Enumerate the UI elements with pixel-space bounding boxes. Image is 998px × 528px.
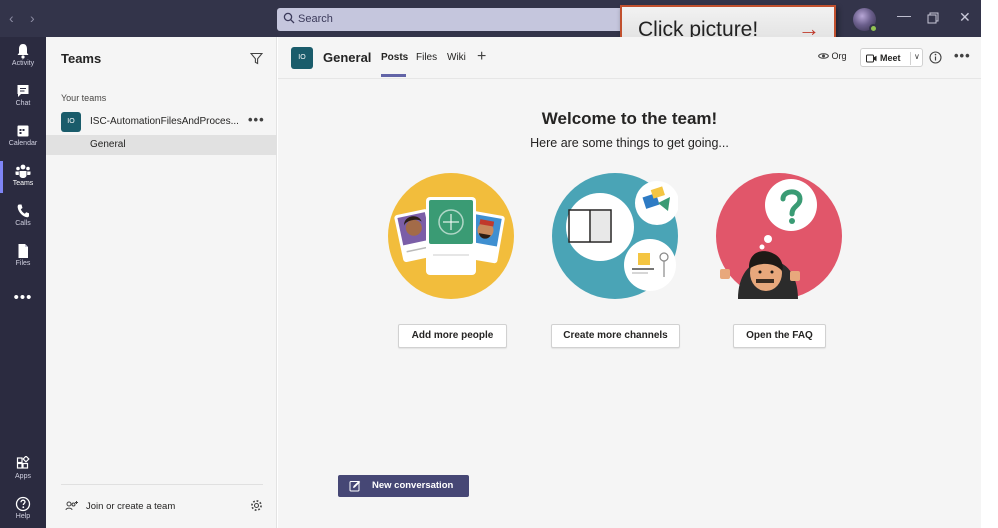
rail-item-files[interactable]: Files — [0, 237, 46, 277]
tab-wiki[interactable]: Wiki — [447, 52, 466, 63]
people-cards-illustration[interactable] — [388, 173, 514, 299]
video-camera-icon — [866, 54, 877, 63]
chevron-left-icon[interactable]: ‹ — [9, 11, 14, 25]
more-apps-icon[interactable]: ••• — [0, 289, 46, 306]
help-icon — [15, 496, 31, 512]
new-conversation-button[interactable]: New conversation — [338, 475, 469, 497]
add-more-people-button[interactable]: Add more people — [398, 324, 507, 348]
rail-label: Chat — [15, 100, 31, 107]
add-tab-button[interactable]: + — [477, 48, 486, 66]
rail-label: Activity — [11, 60, 35, 67]
channel-header: IO General Posts Files Wiki + Org Meet ∨ — [278, 37, 981, 79]
gear-icon[interactable] — [250, 499, 263, 512]
section-label: Your teams — [61, 93, 107, 103]
tab-posts[interactable]: Posts — [381, 52, 408, 63]
org-button[interactable]: Org — [817, 51, 847, 61]
rail-label: Files — [15, 260, 31, 267]
info-icon[interactable] — [929, 51, 942, 64]
file-icon — [18, 244, 28, 258]
channel-title: General — [323, 50, 372, 65]
minimize-icon[interactable]: — — [897, 7, 911, 23]
rail-item-calls[interactable]: Calls — [0, 197, 46, 237]
channel-name: General — [90, 139, 126, 150]
bell-icon — [17, 44, 29, 59]
join-or-create-team[interactable]: Join or create a team — [46, 492, 277, 520]
channel-item-general[interactable]: General — [46, 135, 277, 155]
team-avatar: IO — [61, 112, 81, 132]
rail-label: Apps — [15, 473, 31, 480]
chevron-down-icon[interactable]: ∨ — [910, 52, 920, 65]
more-options-icon[interactable]: ••• — [248, 112, 265, 127]
chevron-right-icon[interactable]: › — [30, 11, 35, 25]
team-name: ISC-AutomationFilesAndProces... — [90, 116, 239, 127]
meet-label: Meet — [880, 53, 901, 63]
window-margin — [981, 0, 998, 528]
rail-item-teams[interactable]: Teams — [0, 157, 46, 197]
rail-item-chat[interactable]: Chat — [0, 77, 46, 117]
filter-icon[interactable] — [250, 52, 263, 65]
rail-label: Teams — [12, 180, 34, 187]
calendar-icon — [17, 125, 29, 137]
rail-item-calendar[interactable]: Calendar — [0, 117, 46, 157]
search-icon — [283, 12, 295, 24]
rail-label: Help — [15, 513, 31, 520]
tab-files[interactable]: Files — [416, 52, 437, 63]
search-input[interactable]: Search — [277, 8, 637, 31]
compose-icon — [349, 480, 361, 492]
welcome-subtitle: Here are some things to get going... — [530, 136, 729, 150]
user-avatar[interactable] — [853, 8, 878, 33]
rail-label: Calls — [15, 220, 31, 227]
divider — [61, 484, 263, 485]
rail-item-help[interactable]: Help — [0, 490, 46, 528]
phone-icon — [17, 204, 29, 218]
app-rail: Activity Chat Calendar Teams Calls Files… — [0, 37, 46, 528]
teams-list-pane: Teams Your teams IO ISC-AutomationFilesA… — [46, 37, 277, 528]
teams-icon — [15, 164, 31, 178]
join-label: Join or create a team — [86, 501, 176, 512]
channel-main: IO General Posts Files Wiki + Org Meet ∨ — [278, 37, 981, 528]
search-placeholder: Search — [298, 13, 333, 25]
more-options-icon[interactable]: ••• — [954, 48, 971, 63]
join-team-icon — [65, 501, 78, 511]
welcome-title: Welcome to the team! — [541, 109, 718, 128]
restore-icon[interactable] — [927, 12, 939, 24]
rail-item-apps[interactable]: Apps — [0, 450, 46, 490]
close-icon[interactable]: ✕ — [959, 9, 971, 26]
team-item[interactable]: IO ISC-AutomationFilesAndProces... ••• — [46, 110, 277, 134]
open-faq-button[interactable]: Open the FAQ — [733, 324, 826, 348]
pane-title: Teams — [61, 51, 102, 66]
chat-icon — [17, 85, 29, 97]
rail-item-activity[interactable]: Activity — [0, 37, 46, 77]
presence-status-icon — [869, 24, 878, 33]
new-conversation-label: New conversation — [372, 480, 454, 491]
active-tab-indicator — [381, 74, 406, 77]
channels-illustration[interactable] — [552, 173, 678, 299]
channel-avatar: IO — [291, 47, 313, 69]
faq-illustration[interactable] — [716, 173, 842, 299]
eye-icon — [817, 53, 830, 59]
create-more-channels-button[interactable]: Create more channels — [551, 324, 680, 348]
meet-button[interactable]: Meet ∨ — [860, 48, 923, 67]
rail-label: Calendar — [8, 140, 38, 147]
org-label: Org — [831, 51, 847, 61]
apps-icon — [16, 456, 30, 469]
